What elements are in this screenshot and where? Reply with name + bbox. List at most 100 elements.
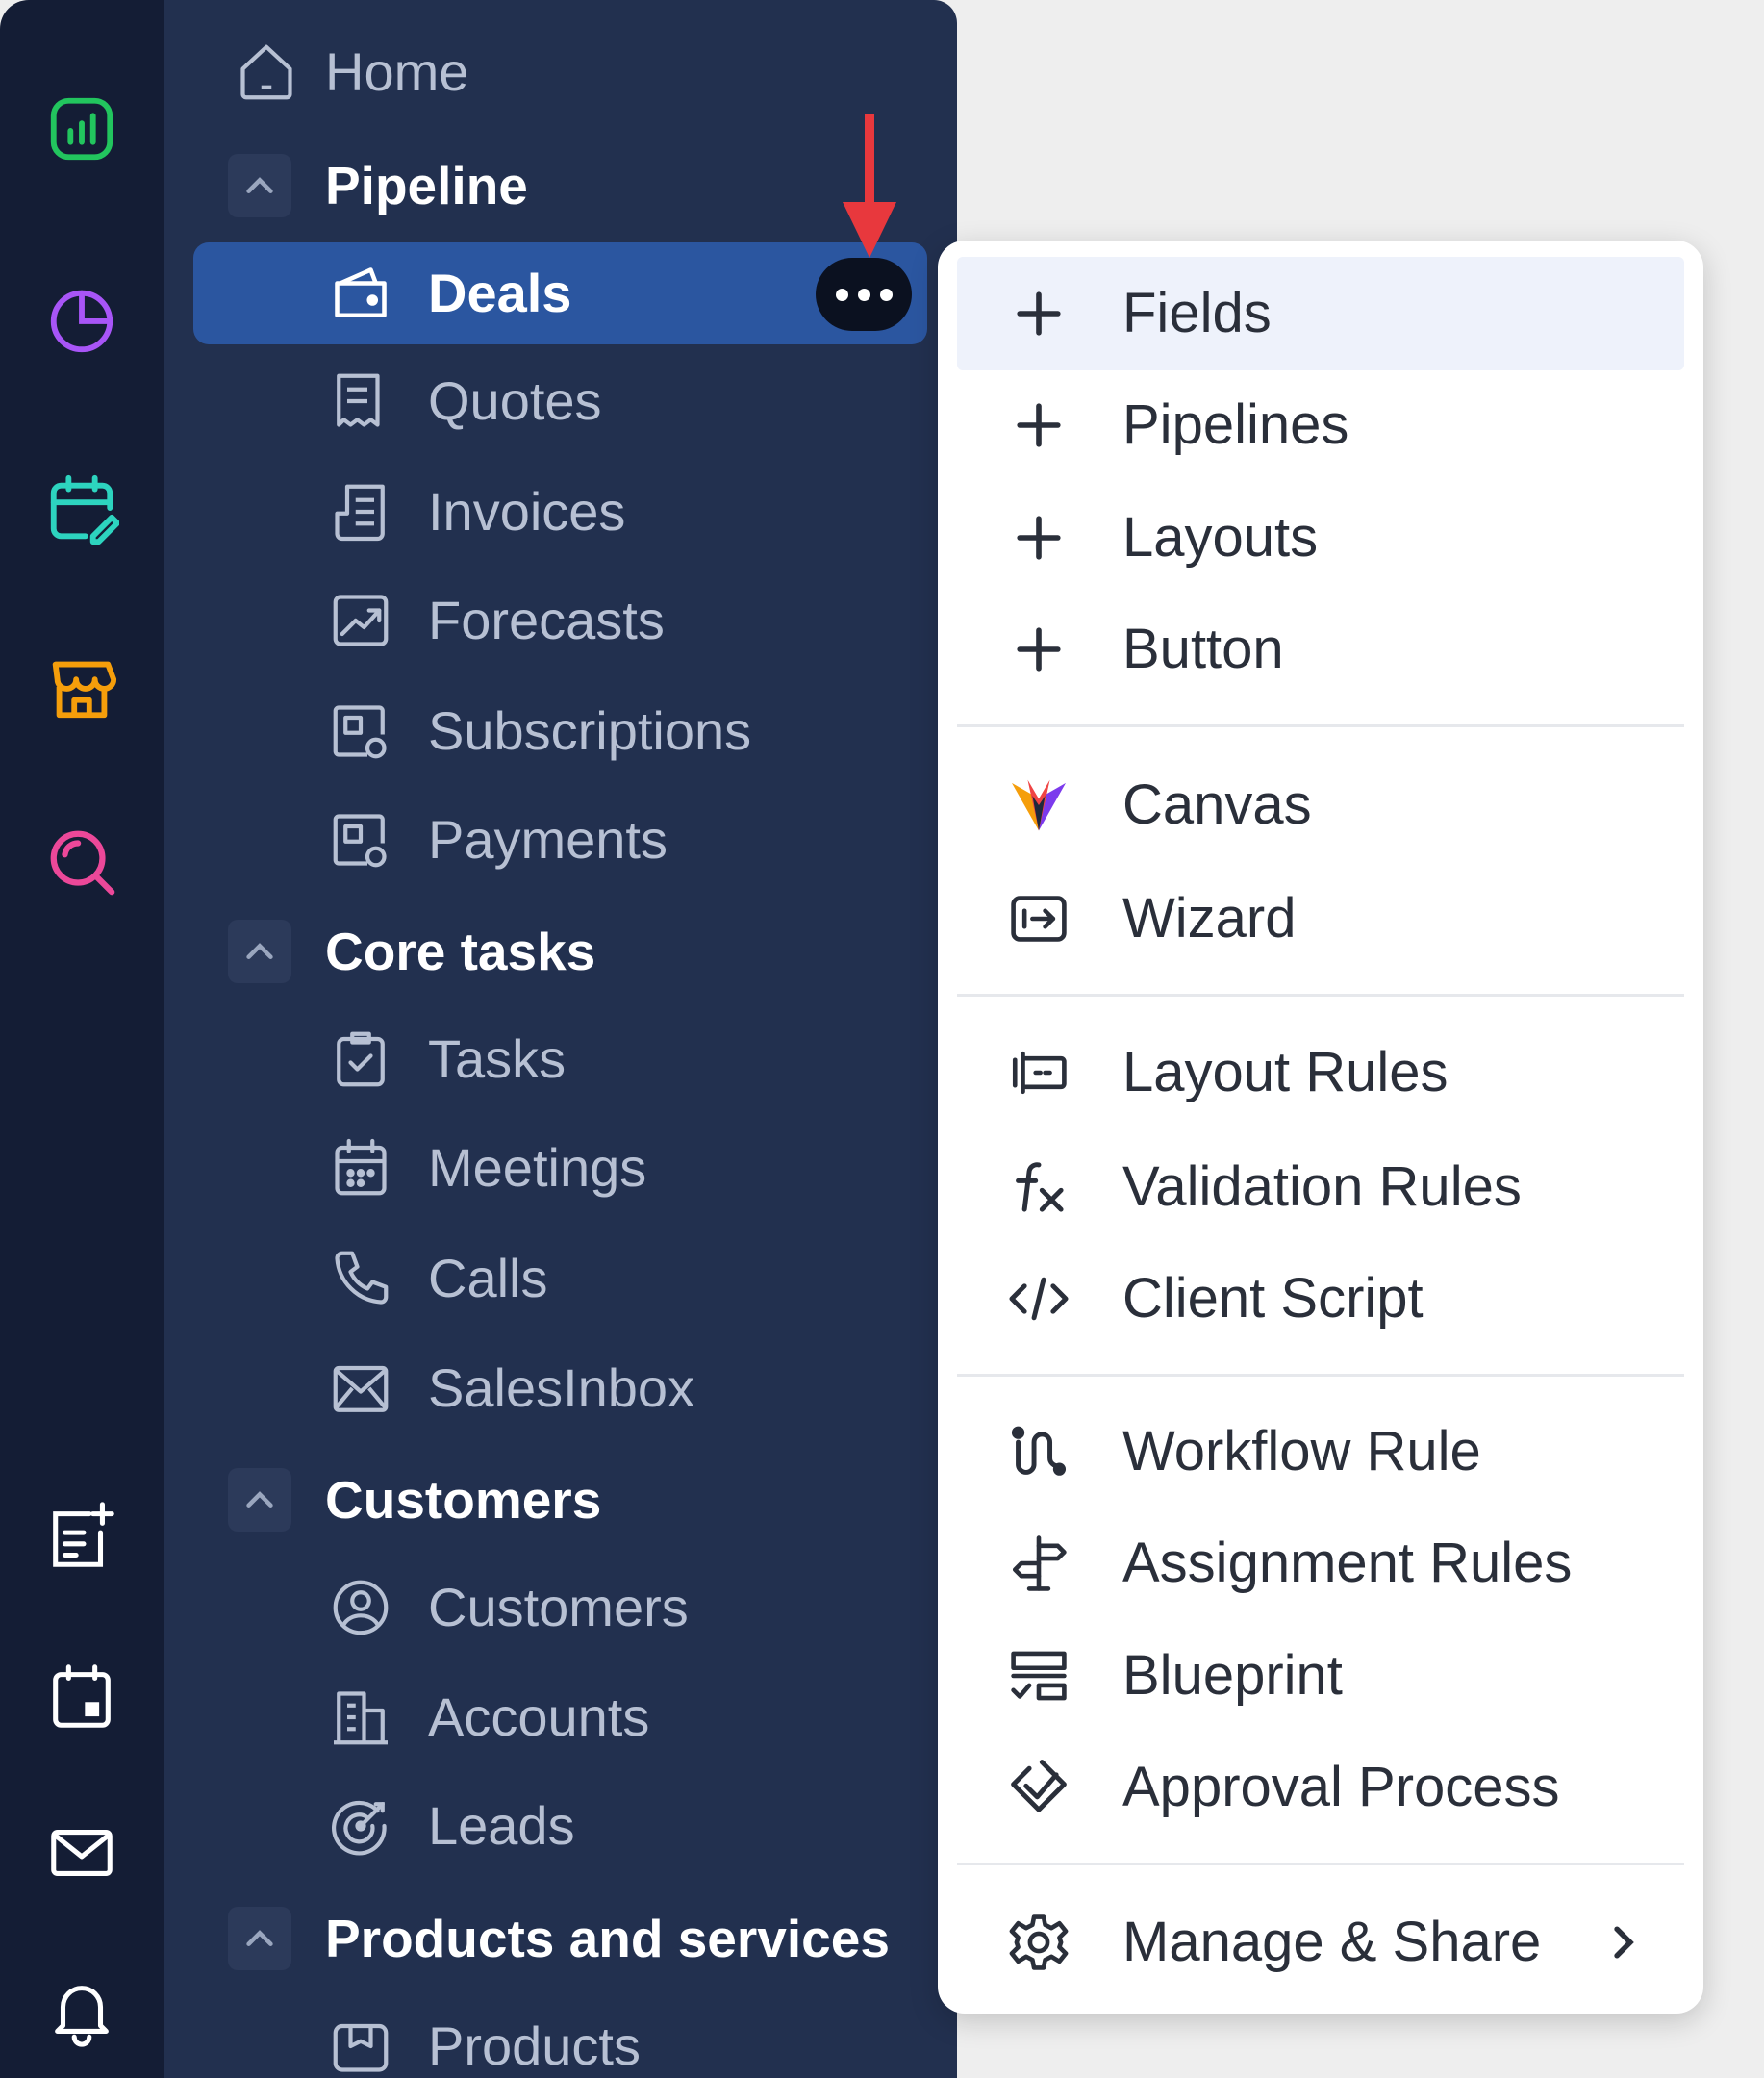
menu-item-layout-rules[interactable]: Layout Rules bbox=[957, 1016, 1684, 1129]
sidebar-item-products[interactable]: Products bbox=[164, 1993, 957, 2078]
menu-item-fields[interactable]: Fields bbox=[957, 257, 1684, 370]
new-note-icon[interactable] bbox=[39, 1494, 124, 1579]
menu-item-wizard[interactable]: Wizard bbox=[957, 862, 1684, 976]
home-icon bbox=[233, 38, 300, 106]
function-fx-icon bbox=[1007, 1155, 1071, 1219]
phone-icon bbox=[327, 1245, 394, 1312]
sidebar-item-label: Accounts bbox=[428, 1686, 650, 1747]
menu-item-label: Workflow Rule bbox=[1122, 1420, 1481, 1482]
sidebar-item-label: Invoices bbox=[428, 481, 626, 542]
section-title: Products and services bbox=[325, 1909, 890, 1968]
menu-item-assignment-rules[interactable]: Assignment Rules bbox=[957, 1507, 1684, 1620]
menu-item-validation-rules[interactable]: Validation Rules bbox=[957, 1130, 1684, 1244]
sidebar-item-label: Products bbox=[428, 2015, 641, 2076]
workflow-icon bbox=[1007, 1420, 1071, 1483]
sidebar-item-quotes[interactable]: Quotes bbox=[164, 348, 957, 454]
sidebar-item-forecasts[interactable]: Forecasts bbox=[164, 568, 957, 673]
menu-item-manage-share[interactable]: Manage & Share bbox=[957, 1886, 1684, 1999]
sidebar-item-subscriptions[interactable]: Subscriptions bbox=[164, 678, 957, 784]
menu-item-button[interactable]: Button bbox=[957, 593, 1684, 706]
search-analytics-icon[interactable] bbox=[39, 820, 124, 904]
sidebar-item-tasks[interactable]: Tasks bbox=[164, 1006, 957, 1112]
invoice-icon bbox=[327, 478, 394, 545]
wallet-icon bbox=[327, 260, 394, 327]
chevron-up-icon[interactable] bbox=[228, 1907, 291, 1970]
menu-item-approval-process[interactable]: Approval Process bbox=[957, 1731, 1684, 1844]
task-clipboard-icon bbox=[327, 1026, 394, 1093]
reports-pie-icon[interactable] bbox=[39, 277, 124, 362]
plus-icon bbox=[1007, 282, 1071, 345]
chevron-up-icon[interactable] bbox=[228, 920, 291, 983]
store-icon[interactable] bbox=[39, 645, 124, 729]
menu-item-canvas[interactable]: Canvas bbox=[957, 748, 1684, 862]
menu-item-label: Layouts bbox=[1122, 506, 1319, 569]
section-title: Core tasks bbox=[325, 922, 596, 981]
menu-divider bbox=[957, 1863, 1684, 1865]
blueprint-icon bbox=[1007, 1644, 1071, 1708]
calendar-edit-icon[interactable] bbox=[39, 468, 124, 552]
menu-item-label: Manage & Share bbox=[1122, 1911, 1542, 1973]
section-core-tasks[interactable]: Core tasks bbox=[164, 899, 957, 1004]
section-products-and-services[interactable]: Products and services bbox=[164, 1886, 957, 1991]
menu-item-client-script[interactable]: Client Script bbox=[957, 1242, 1684, 1356]
sidebar-item-label: Tasks bbox=[428, 1028, 567, 1089]
menu-item-label: Layout Rules bbox=[1122, 1041, 1449, 1103]
analytics-icon[interactable] bbox=[39, 87, 124, 171]
sidebar-item-label: Quotes bbox=[428, 370, 602, 431]
section-customers[interactable]: Customers bbox=[164, 1447, 957, 1553]
menu-item-label: Assignment Rules bbox=[1122, 1532, 1573, 1594]
menu-item-label: Approval Process bbox=[1122, 1756, 1560, 1818]
gear-icon bbox=[1007, 1911, 1071, 1974]
product-box-icon bbox=[327, 2013, 394, 2078]
annotation-arrow-icon bbox=[843, 114, 896, 258]
menu-item-blueprint[interactable]: Blueprint bbox=[957, 1619, 1684, 1733]
sidebar-item-label: Home bbox=[325, 41, 469, 102]
code-icon bbox=[1007, 1267, 1071, 1330]
chevron-up-icon[interactable] bbox=[228, 154, 291, 217]
menu-divider bbox=[957, 1374, 1684, 1377]
plus-icon bbox=[1007, 618, 1071, 681]
forecast-chart-icon bbox=[327, 587, 394, 654]
chevron-up-icon[interactable] bbox=[228, 1468, 291, 1532]
menu-item-label: Pipelines bbox=[1122, 393, 1349, 456]
more-options-button[interactable] bbox=[816, 258, 912, 331]
section-title: Pipeline bbox=[325, 156, 528, 215]
sidebar-item-label: Calls bbox=[428, 1248, 548, 1308]
plus-icon bbox=[1007, 393, 1071, 457]
sidebar-item-label: Payments bbox=[428, 809, 668, 870]
menu-item-label: Blueprint bbox=[1122, 1644, 1343, 1707]
sidebar-item-label: Leads bbox=[428, 1795, 575, 1856]
plus-icon bbox=[1007, 506, 1071, 570]
sidebar-item-label: Subscriptions bbox=[428, 700, 752, 761]
sidebar-item-payments[interactable]: Payments bbox=[164, 787, 957, 893]
sidebar-item-salesinbox[interactable]: SalesInbox bbox=[164, 1335, 957, 1441]
menu-item-workflow-rule[interactable]: Workflow Rule bbox=[957, 1395, 1684, 1508]
target-icon bbox=[327, 1792, 394, 1860]
sidebar-item-meetings[interactable]: Meetings bbox=[164, 1115, 957, 1221]
mail-icon[interactable] bbox=[39, 1811, 124, 1895]
menu-item-layouts[interactable]: Layouts bbox=[957, 481, 1684, 595]
sidebar-item-customers[interactable]: Customers bbox=[164, 1555, 957, 1660]
payment-gear-icon bbox=[327, 806, 394, 874]
approval-check-icon bbox=[1007, 1756, 1071, 1819]
bell-icon[interactable] bbox=[39, 1968, 124, 2053]
sidebar-item-home[interactable]: Home bbox=[164, 19, 957, 125]
menu-item-label: Canvas bbox=[1122, 773, 1312, 836]
section-title: Customers bbox=[325, 1470, 602, 1530]
sidebar-item-calls[interactable]: Calls bbox=[164, 1226, 957, 1331]
menu-item-label: Wizard bbox=[1122, 887, 1297, 950]
menu-item-label: Fields bbox=[1122, 282, 1272, 344]
sidebar-item-label: SalesInbox bbox=[428, 1357, 695, 1418]
sidebar-item-invoices[interactable]: Invoices bbox=[164, 459, 957, 565]
calendar-icon[interactable] bbox=[39, 1655, 124, 1739]
sidebar-item-label: Meetings bbox=[428, 1137, 647, 1198]
sidebar-item-label: Deals bbox=[428, 263, 572, 323]
sidebar-item-label: Customers bbox=[428, 1577, 689, 1637]
sidebar-item-accounts[interactable]: Accounts bbox=[164, 1664, 957, 1770]
icon-rail bbox=[0, 0, 164, 2078]
menu-item-pipelines[interactable]: Pipelines bbox=[957, 368, 1684, 482]
sidebar-item-leads[interactable]: Leads bbox=[164, 1773, 957, 1879]
building-icon bbox=[327, 1684, 394, 1751]
canvas-logo-icon bbox=[1007, 773, 1071, 837]
meeting-calendar-icon bbox=[327, 1134, 394, 1202]
